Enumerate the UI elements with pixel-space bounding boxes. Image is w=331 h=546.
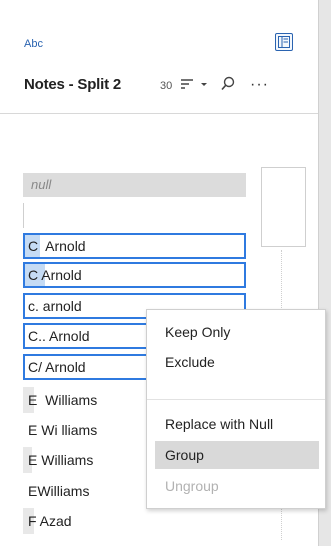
- value-label: E Wi lliams: [28, 422, 98, 438]
- value-label: EWilliams: [28, 483, 90, 499]
- value-label: F Azad: [28, 513, 72, 529]
- menu-item-exclude[interactable]: Exclude: [155, 348, 319, 376]
- value-label: E Williams: [28, 392, 98, 408]
- value-label: C Arnold: [28, 267, 82, 283]
- menu-item-group[interactable]: Group: [155, 441, 319, 469]
- menu-divider: [147, 399, 325, 400]
- null-value-row[interactable]: null: [23, 173, 246, 197]
- value-histogram[interactable]: [261, 167, 306, 247]
- context-menu: Keep Only Exclude Replace with Null Grou…: [146, 309, 326, 509]
- menu-item-replace-with-null[interactable]: Replace with Null: [155, 410, 319, 438]
- value-label: E Williams: [28, 452, 94, 468]
- value-label: C/ Arnold: [28, 359, 86, 375]
- field-name[interactable]: Notes - Split 2: [24, 76, 121, 93]
- chevron-down-icon[interactable]: [200, 78, 208, 90]
- more-options-icon[interactable]: ···: [250, 77, 269, 93]
- value-row[interactable]: C Arnold: [23, 233, 246, 259]
- search-icon[interactable]: [221, 76, 235, 91]
- value-label: C Arnold: [28, 238, 86, 254]
- panel-toggle-icon[interactable]: [275, 33, 293, 51]
- value-row[interactable]: F Azad: [23, 508, 246, 534]
- value-label: C.. Arnold: [28, 328, 90, 344]
- empty-value-row[interactable]: [23, 203, 24, 228]
- menu-item-ungroup: Ungroup: [165, 478, 219, 494]
- sort-icon[interactable]: [180, 78, 194, 90]
- value-row[interactable]: C Arnold: [23, 262, 246, 288]
- value-label: c. arnold: [28, 298, 82, 314]
- null-value-label: null: [31, 177, 52, 192]
- data-type-label[interactable]: Abc: [24, 38, 43, 50]
- header-divider: [0, 113, 318, 114]
- menu-item-keep-only[interactable]: Keep Only: [155, 318, 319, 346]
- value-count: 30: [160, 80, 173, 92]
